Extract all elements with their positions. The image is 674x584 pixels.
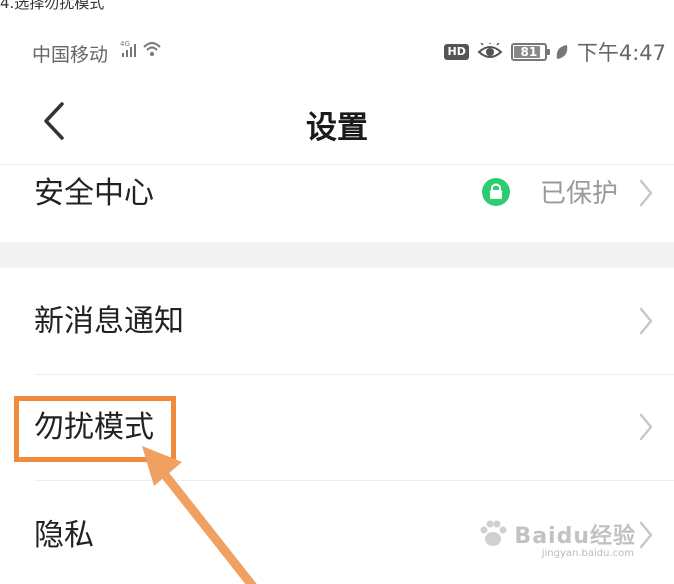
leaf-icon	[556, 45, 568, 59]
baidu-watermark: Baidu经验 jingyan.baidu.com	[478, 518, 636, 559]
eye-icon	[477, 43, 503, 58]
lock-icon	[482, 178, 510, 206]
security-status: 已保护	[539, 179, 618, 209]
settings-row-security-center[interactable]: 安全中心 已保护	[0, 150, 674, 246]
battery-icon: 81	[510, 43, 550, 61]
nav-header: 设置	[0, 86, 674, 160]
chevron-right-icon	[639, 179, 653, 207]
row-label: 隐私	[34, 518, 94, 553]
row-label: 安全中心	[34, 176, 154, 211]
chevron-right-icon	[639, 521, 653, 549]
battery-level: 81	[520, 45, 538, 59]
network-type-label: 4G	[120, 40, 130, 48]
row-label: 新消息通知	[34, 304, 184, 339]
chevron-right-icon	[639, 307, 653, 335]
chevron-right-icon	[639, 413, 653, 441]
watermark-brand: Baidu经验	[514, 524, 636, 549]
status-right-cluster: HD 81 下午4:47	[444, 38, 666, 66]
pointer-arrow-icon	[142, 446, 257, 584]
step-caption: 4.选择勿扰模式	[0, 0, 105, 12]
section-separator	[0, 242, 674, 268]
screenshot-frame: 4.选择勿扰模式 中国移动 4G HD 81 下午4:47 设置 安全中心 已保…	[0, 0, 674, 584]
row-divider	[34, 374, 674, 375]
status-bar: 中国移动 4G HD 81 下午4:47	[0, 34, 674, 72]
hd-badge: HD	[444, 44, 469, 60]
settings-row-new-message-notification[interactable]: 新消息通知	[0, 274, 674, 370]
page-title: 设置	[306, 110, 368, 146]
status-time: 下午4:47	[576, 41, 666, 65]
watermark-site: jingyan.baidu.com	[541, 548, 634, 559]
carrier-label: 中国移动	[32, 44, 109, 66]
signal-wifi-icon: 4G	[120, 40, 161, 57]
paw-icon	[480, 520, 507, 546]
